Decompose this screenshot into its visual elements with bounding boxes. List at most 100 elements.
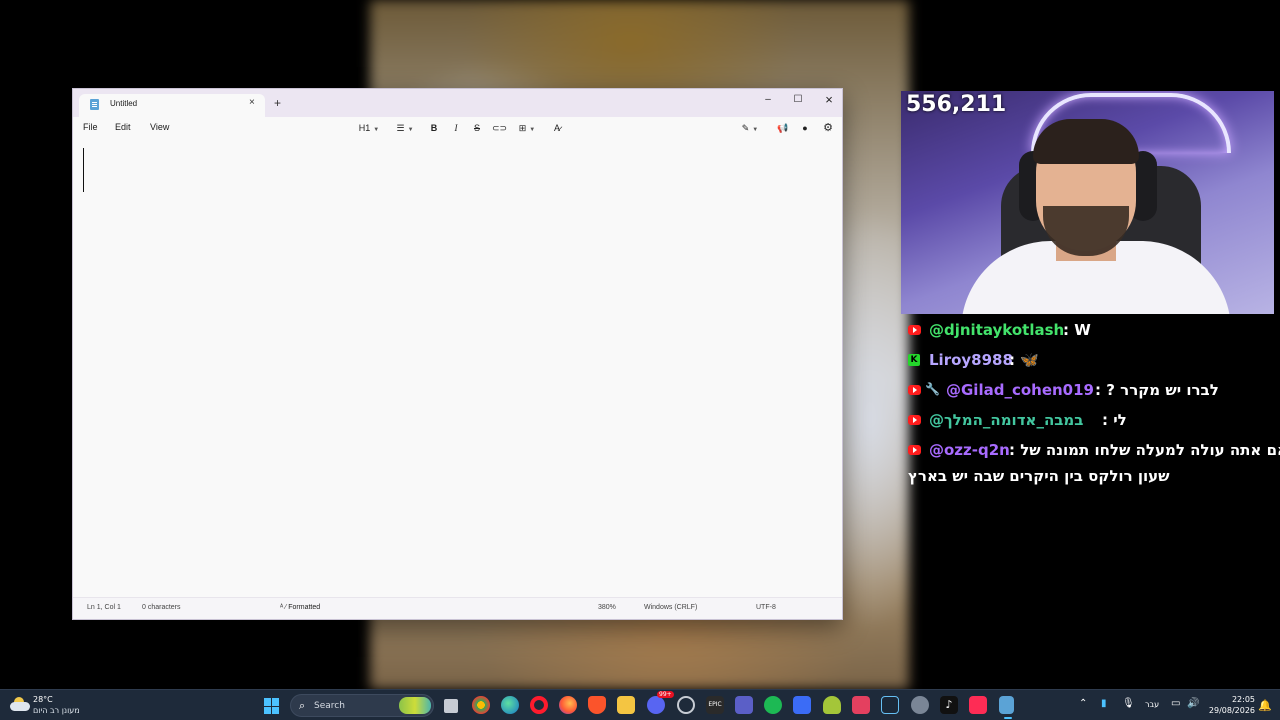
text-caret — [83, 148, 84, 192]
spotify-icon[interactable] — [764, 696, 782, 714]
youtube-icon — [908, 385, 921, 395]
epic-games-icon[interactable]: EPIC — [706, 696, 724, 714]
chat-message-continuation: שעון רולקס בין היקרים שבה יש בארץ — [905, 464, 1280, 488]
tiktok-studio-icon[interactable] — [969, 696, 987, 714]
settings-icon[interactable] — [911, 696, 929, 714]
copilot-dropdown[interactable]: ✎ ▼ — [737, 121, 763, 135]
tab-untitled[interactable]: Untitled × — [79, 94, 265, 117]
menu-edit[interactable]: Edit — [115, 122, 131, 132]
menu-view[interactable]: View — [150, 122, 169, 132]
maximize-button[interactable]: ☐ — [788, 92, 808, 108]
heading-dropdown[interactable]: H1 ▼ — [356, 121, 382, 135]
youtube-icon — [908, 415, 921, 425]
obs-icon[interactable] — [677, 696, 695, 714]
taskbar-search[interactable]: ⌕ Search — [290, 694, 434, 717]
show-hidden-icons-chevron-icon[interactable]: ⌃ — [1079, 698, 1087, 709]
weather-condition[interactable]: מעונן רב היום — [33, 706, 80, 715]
notepad-taskbar-icon[interactable] — [999, 696, 1014, 719]
chat-separator: : — [1009, 351, 1021, 369]
notepad-window: Untitled × + – ☐ × File Edit View H1 ▼ ☰ ▼… — [72, 88, 843, 620]
viewer-count: 556,211 — [906, 92, 1007, 117]
heading-label: H1 — [358, 123, 371, 133]
chat-message-text: W — [1074, 321, 1091, 339]
bluetooth-icon[interactable]: ▮ — [1101, 698, 1107, 709]
chat-message-text: לי — [1113, 411, 1127, 429]
youtube-icon — [908, 445, 921, 455]
minimize-button[interactable]: – — [758, 92, 778, 108]
format-status[interactable]: ᴬ ⁄ Formatted — [280, 604, 320, 611]
format-icon: ᴬ ⁄ — [280, 604, 289, 611]
clock[interactable]: 22:05 29/08/2026 — [1205, 694, 1255, 716]
brave-icon[interactable] — [588, 696, 606, 714]
bold-button[interactable]: B — [428, 121, 440, 135]
android-icon[interactable] — [823, 696, 841, 714]
start-button-windows-icon[interactable] — [264, 698, 280, 714]
search-icon: ⌕ — [299, 699, 306, 712]
megaphone-icon[interactable]: 📢 — [776, 121, 790, 135]
clock-date: 29/08/2026 — [1208, 706, 1255, 715]
tab-close-icon[interactable]: × — [249, 97, 255, 108]
menu-bar: File Edit View H1 ▼ ☰ ▼ B I S ⊂⊃ ⊞ ▼ A̷ ✎ ▼ … — [73, 117, 842, 137]
link-icon[interactable]: ⊂⊃ — [492, 121, 507, 135]
strikethrough-button[interactable]: S — [471, 121, 483, 135]
menu-file[interactable]: File — [83, 122, 98, 132]
table-icon: ⊞ — [518, 123, 527, 133]
table-dropdown[interactable]: ⊞ ▼ — [515, 121, 539, 135]
clock-time: 22:05 — [1231, 695, 1255, 704]
chat-username: @במבה_אדומה_המלך — [929, 411, 1084, 429]
firefox-icon[interactable] — [559, 696, 577, 714]
volume-icon[interactable]: 🔊 — [1187, 698, 1199, 709]
chat-separator: : — [1095, 381, 1107, 399]
tab-title: Untitled — [110, 99, 138, 108]
discord-icon[interactable]: 99+ — [647, 691, 674, 714]
file-explorer-icon[interactable] — [617, 696, 635, 714]
discord-badge: 99+ — [657, 691, 674, 698]
tiktok-icon[interactable]: ♪ — [940, 696, 958, 714]
network-icon[interactable]: ▭ — [1171, 698, 1180, 709]
stream-chat: @djnitaykotlash : W K Liroy8988 : 🦋 🔧 @G… — [905, 318, 1280, 488]
new-tab-button[interactable]: + — [274, 97, 281, 109]
weather-cloudy-icon[interactable] — [10, 697, 30, 711]
chat-username: @Gilad_cohen019 — [946, 381, 1094, 399]
text-editor[interactable] — [73, 137, 842, 599]
opera-icon[interactable] — [530, 696, 548, 714]
line-endings[interactable]: Windows (CRLF) — [644, 604, 697, 611]
chat-message: 🔧 @Gilad_cohen019 : ? לברו יש מקרר — [905, 378, 1280, 408]
chat-separator: : — [1102, 411, 1114, 429]
app-icon[interactable] — [793, 696, 811, 714]
chevron-down-icon: ▼ — [373, 127, 380, 133]
italic-button[interactable]: I — [450, 121, 462, 135]
chat-separator: : — [1063, 321, 1075, 339]
tiktok-live-icon[interactable] — [852, 696, 870, 714]
close-button[interactable]: × — [819, 92, 839, 108]
microphone-icon[interactable]: 🎙 — [1122, 698, 1135, 709]
clear-formatting-icon[interactable]: A̷ — [550, 121, 564, 135]
title-bar[interactable]: Untitled × + – ☐ × — [73, 89, 842, 117]
account-icon[interactable]: ● — [799, 121, 811, 135]
weather-temperature[interactable]: 28°C — [33, 695, 53, 704]
app-grid-icon[interactable] — [735, 696, 753, 714]
steam-icon[interactable] — [881, 696, 899, 714]
edge-icon[interactable] — [501, 696, 519, 714]
kick-icon: K — [908, 354, 920, 366]
encoding[interactable]: UTF-8 — [756, 604, 776, 611]
search-highlight-image — [399, 697, 431, 714]
chat-message-text: ? לברו יש מקרר — [1106, 381, 1219, 399]
chat-username: @djnitaykotlash — [929, 321, 1065, 339]
cursor-position[interactable]: Ln 1, Col 1 — [87, 604, 121, 611]
notifications-bell-icon[interactable]: 🔔 — [1258, 699, 1272, 712]
settings-gear-icon[interactable]: ⚙ — [821, 121, 835, 135]
chrome-icon[interactable] — [472, 696, 490, 714]
search-label: Search — [314, 701, 345, 711]
language-indicator[interactable]: עבר — [1145, 700, 1159, 709]
status-bar: Ln 1, Col 1 0 characters ᴬ ⁄ Formatted 3… — [73, 597, 842, 619]
task-view-icon[interactable] — [444, 699, 458, 713]
chat-username: Liroy8988 — [929, 351, 1013, 369]
zoom-level[interactable]: 380% — [598, 604, 616, 611]
chat-message-text: אם אתה עולה למעלה שלחו תמונה של — [1020, 441, 1280, 459]
list-icon: ☰ — [396, 123, 405, 133]
pen-icon: ✎ — [741, 123, 750, 133]
list-dropdown[interactable]: ☰ ▼ — [392, 121, 418, 135]
format-label: Formatted — [288, 604, 321, 611]
chat-message: K Liroy8988 : 🦋 — [905, 348, 1280, 378]
